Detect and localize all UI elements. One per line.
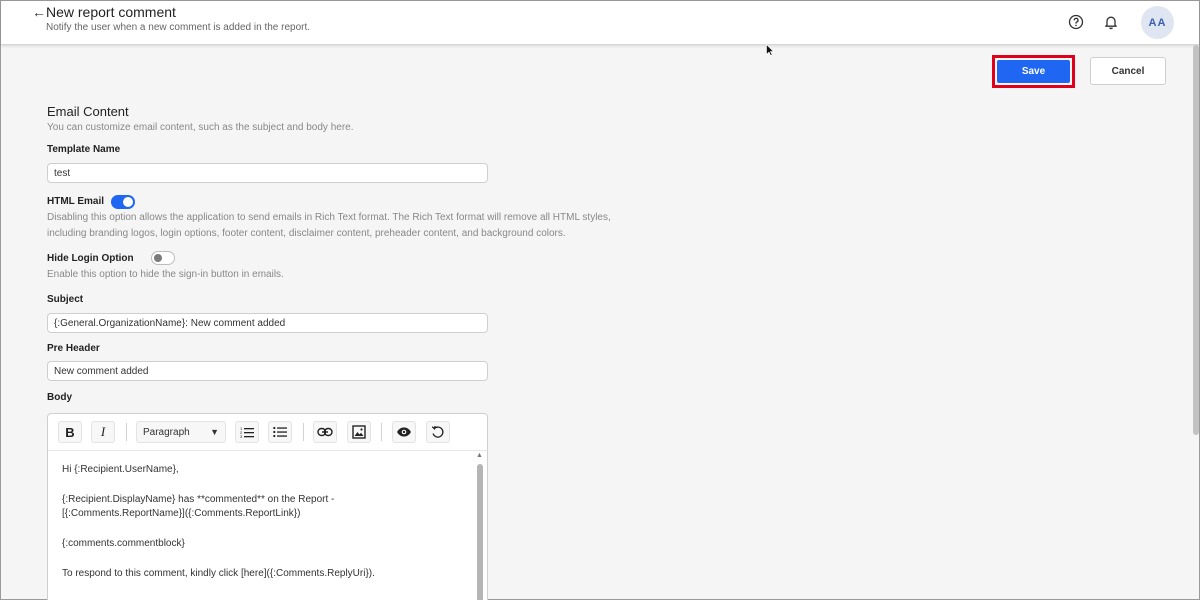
- template-name-input[interactable]: [47, 163, 488, 183]
- body-line: To respond to this comment, kindly click…: [62, 568, 375, 579]
- reset-icon[interactable]: [426, 421, 450, 443]
- top-header: ← New report comment Notify the user whe…: [1, 1, 1199, 45]
- preheader-input[interactable]: [47, 361, 488, 381]
- subject-label: Subject: [47, 294, 84, 305]
- page-subtitle: Notify the user when a new comment is ad…: [46, 22, 311, 33]
- preheader-label: Pre Header: [47, 343, 100, 354]
- cancel-button[interactable]: Cancel: [1090, 57, 1166, 85]
- body-line: {:comments.commentblock}: [62, 538, 185, 549]
- hide-login-label: Hide Login Option: [47, 253, 134, 264]
- save-button[interactable]: Save: [997, 60, 1070, 83]
- editor-scroll-thumb[interactable]: [477, 464, 483, 600]
- caret-down-icon: ▼: [210, 427, 219, 437]
- svg-text:3: 3: [240, 434, 243, 438]
- link-icon[interactable]: [313, 421, 337, 443]
- html-email-help-line1: Disabling this option allows the applica…: [47, 212, 611, 223]
- toggle-knob: [123, 197, 133, 207]
- toolbar-divider: [303, 423, 304, 441]
- body-line: Hi {:Recipient.UserName},: [62, 464, 179, 475]
- template-name-label: Template Name: [47, 144, 121, 155]
- page-scrollbar[interactable]: [1193, 45, 1199, 435]
- arrow-left-icon[interactable]: ←: [32, 4, 46, 20]
- scroll-up-icon[interactable]: ▲: [476, 452, 483, 459]
- html-email-help-line2: including branding logos, login options,…: [47, 228, 566, 239]
- help-circle-icon[interactable]: [1065, 11, 1087, 33]
- body-line: {:Recipient.DisplayName} has **commented…: [62, 494, 335, 505]
- html-email-toggle[interactable]: [111, 195, 135, 209]
- section-description: You can customize email content, such as…: [47, 122, 354, 133]
- image-icon[interactable]: [347, 421, 371, 443]
- mouse-pointer-icon: [766, 43, 775, 61]
- page-title: New report comment: [46, 4, 176, 20]
- hide-login-help: Enable this option to hide the sign-in b…: [47, 269, 284, 280]
- paragraph-select[interactable]: Paragraph ▼: [136, 421, 226, 443]
- toggle-knob: [154, 254, 162, 262]
- italic-button[interactable]: I: [91, 421, 115, 443]
- html-email-label: HTML Email: [47, 196, 105, 207]
- subject-input[interactable]: [47, 313, 488, 333]
- avatar[interactable]: AA: [1141, 6, 1174, 39]
- body-editor[interactable]: B I Paragraph ▼ 123 Hi {:Recipient.UserN…: [47, 413, 488, 600]
- section-title: Email Content: [47, 104, 129, 119]
- save-button-highlight: Save: [992, 55, 1075, 88]
- paragraph-select-value: Paragraph: [143, 426, 190, 438]
- toolbar-divider: [381, 423, 382, 441]
- eye-icon[interactable]: [392, 421, 416, 443]
- bell-icon[interactable]: [1100, 11, 1122, 33]
- bullet-list-icon[interactable]: [268, 421, 292, 443]
- toolbar-divider: [126, 423, 127, 441]
- body-label: Body: [47, 392, 72, 403]
- bold-button[interactable]: B: [58, 421, 82, 443]
- hide-login-toggle[interactable]: [151, 251, 175, 265]
- body-line: [{:Comments.ReportName}]({:Comments.Repo…: [62, 508, 301, 519]
- toolbar-bottom-border: [48, 450, 487, 451]
- ordered-list-icon[interactable]: 123: [235, 421, 259, 443]
- editor-scrollbar[interactable]: ▲: [475, 452, 485, 600]
